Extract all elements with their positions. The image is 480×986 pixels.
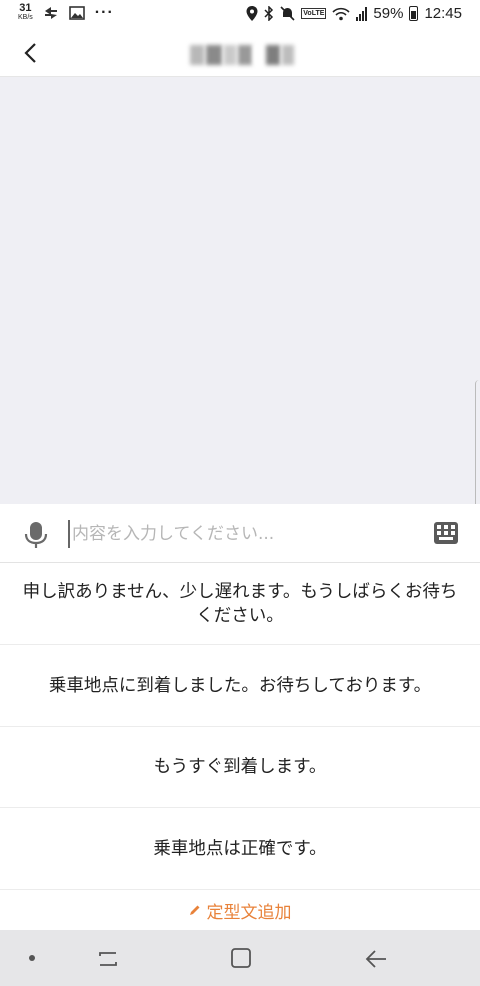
quick-reply-text: もうすぐ到着します。 [153, 757, 327, 777]
add-template-button[interactable]: 定型文追加 [0, 890, 480, 930]
contact-name-redacted [190, 44, 294, 66]
network-speed: 31 KB/s [18, 2, 33, 22]
chat-message-area[interactable] [0, 77, 480, 504]
network-speed-unit: KB/s [18, 14, 33, 21]
quick-reply-text: 申し訳ありません、少し遅れます。もうしばらくお待ちください。 [22, 581, 458, 626]
chat-header [0, 30, 480, 77]
volte-icon: VoLTE [301, 8, 327, 19]
network-speed-value: 31 [19, 2, 32, 14]
mute-icon [280, 6, 295, 21]
keyboard-icon[interactable] [434, 522, 458, 544]
quick-reply-item[interactable]: 申し訳ありません、少し遅れます。もうしばらくお待ちください。 [0, 563, 480, 645]
signal-icon [356, 6, 368, 21]
back-button[interactable] [20, 41, 44, 65]
back-arrow-icon[interactable] [364, 947, 388, 971]
message-input-bar [0, 504, 480, 563]
microphone-icon[interactable] [24, 521, 48, 549]
system-nav-bar [0, 930, 480, 986]
bluetooth-icon [264, 6, 274, 21]
clock: 12:45 [424, 5, 462, 22]
image-icon [68, 6, 85, 20]
location-icon [246, 6, 258, 21]
quick-reply-item[interactable]: 乗車地点は正確です。 [0, 808, 480, 890]
home-icon[interactable] [230, 947, 252, 969]
nav-dot-indicator [29, 955, 35, 961]
message-input[interactable] [68, 520, 412, 548]
battery-icon [409, 6, 419, 21]
wifi-icon [332, 7, 350, 20]
pencil-icon [189, 905, 199, 915]
more-notifications-icon: ··· [94, 4, 114, 21]
sync-icon [44, 7, 57, 19]
quick-reply-item[interactable]: 乗車地点に到着しました。お待ちしております。 [0, 645, 480, 727]
status-bar: 31 KB/s ··· VoLTE 59% 12:45 [0, 0, 480, 30]
quick-reply-item[interactable]: もうすぐ到着します。 [0, 727, 480, 808]
quick-reply-text: 乗車地点に到着しました。お待ちしております。 [48, 675, 432, 696]
recent-apps-icon[interactable] [96, 947, 120, 971]
add-template-label: 定型文追加 [206, 902, 292, 923]
battery-percent: 59% [373, 5, 404, 22]
quick-reply-text: 乗車地点は正確です。 [153, 838, 327, 859]
